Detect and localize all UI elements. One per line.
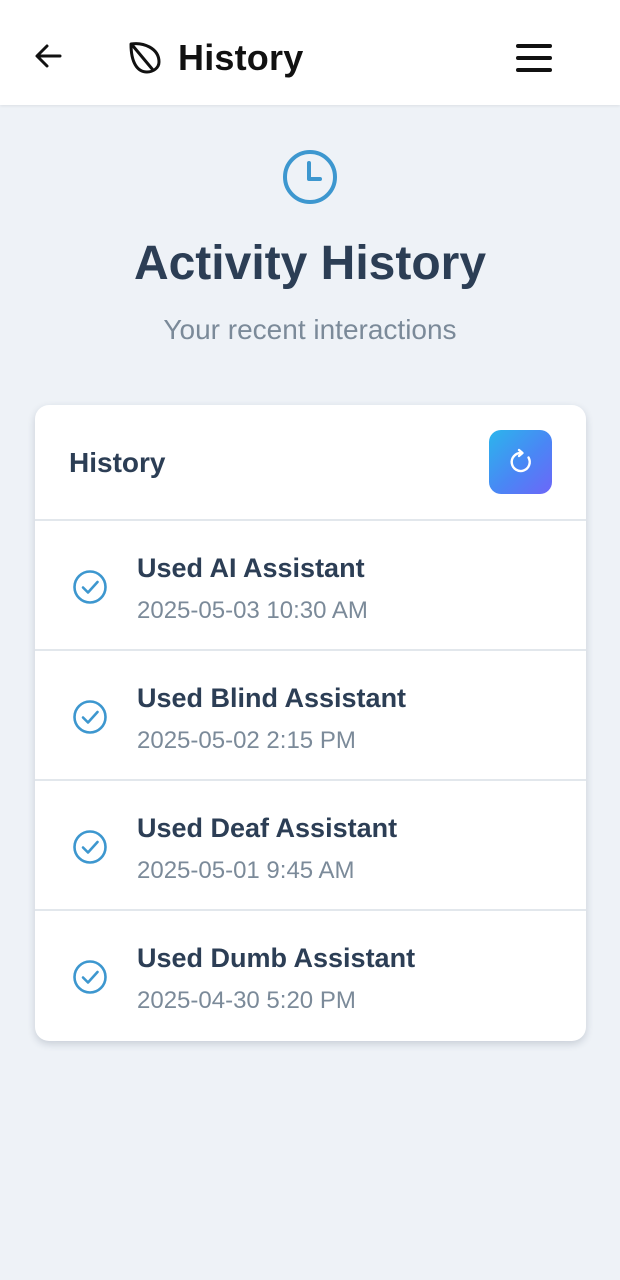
check-circle-icon (73, 960, 107, 994)
hamburger-menu-icon (516, 44, 552, 48)
refresh-button[interactable] (489, 430, 552, 494)
leaf-icon (124, 37, 166, 79)
page-heading: Activity History (133, 237, 487, 290)
history-item-timestamp: 2025-05-03 10:30 AM (137, 597, 368, 624)
history-item-label: Used Deaf Assistant (137, 813, 398, 843)
app-title: History (178, 37, 304, 78)
list-item[interactable]: Used Dumb Assistant 2025-04-30 5:20 PM (35, 911, 586, 1041)
history-item-timestamp: 2025-05-01 9:45 AM (137, 857, 355, 884)
history-item-label: Used Blind Assistant (137, 683, 407, 713)
page-subheading: Your recent interactions (163, 314, 457, 345)
back-button[interactable] (28, 36, 68, 76)
arrow-left-icon (35, 44, 62, 68)
history-item-timestamp: 2025-05-02 2:15 PM (137, 727, 356, 754)
check-circle-icon (73, 830, 107, 864)
history-card-header: History (35, 405, 586, 521)
list-item[interactable]: Used Deaf Assistant 2025-05-01 9:45 AM (35, 781, 586, 911)
menu-button[interactable] (512, 38, 556, 78)
history-card: History Used AI Assistant 2025-05-03 10:… (35, 405, 586, 1041)
hamburger-line (516, 56, 552, 60)
list-item[interactable]: Used AI Assistant 2025-05-03 10:30 AM (35, 521, 586, 651)
history-item-label: Used Dumb Assistant (137, 943, 416, 973)
list-item[interactable]: Used Blind Assistant 2025-05-02 2:15 PM (35, 651, 586, 781)
hamburger-line (516, 68, 552, 72)
check-circle-icon (73, 700, 107, 734)
refresh-icon (510, 448, 531, 473)
history-card-title: History (69, 447, 166, 478)
check-circle-icon (73, 570, 107, 604)
clock-icon (281, 148, 339, 206)
history-item-timestamp: 2025-04-30 5:20 PM (137, 987, 356, 1014)
app-brand: History (124, 32, 303, 84)
top-app-bar: History (0, 0, 620, 105)
history-item-label: Used AI Assistant (137, 553, 365, 583)
